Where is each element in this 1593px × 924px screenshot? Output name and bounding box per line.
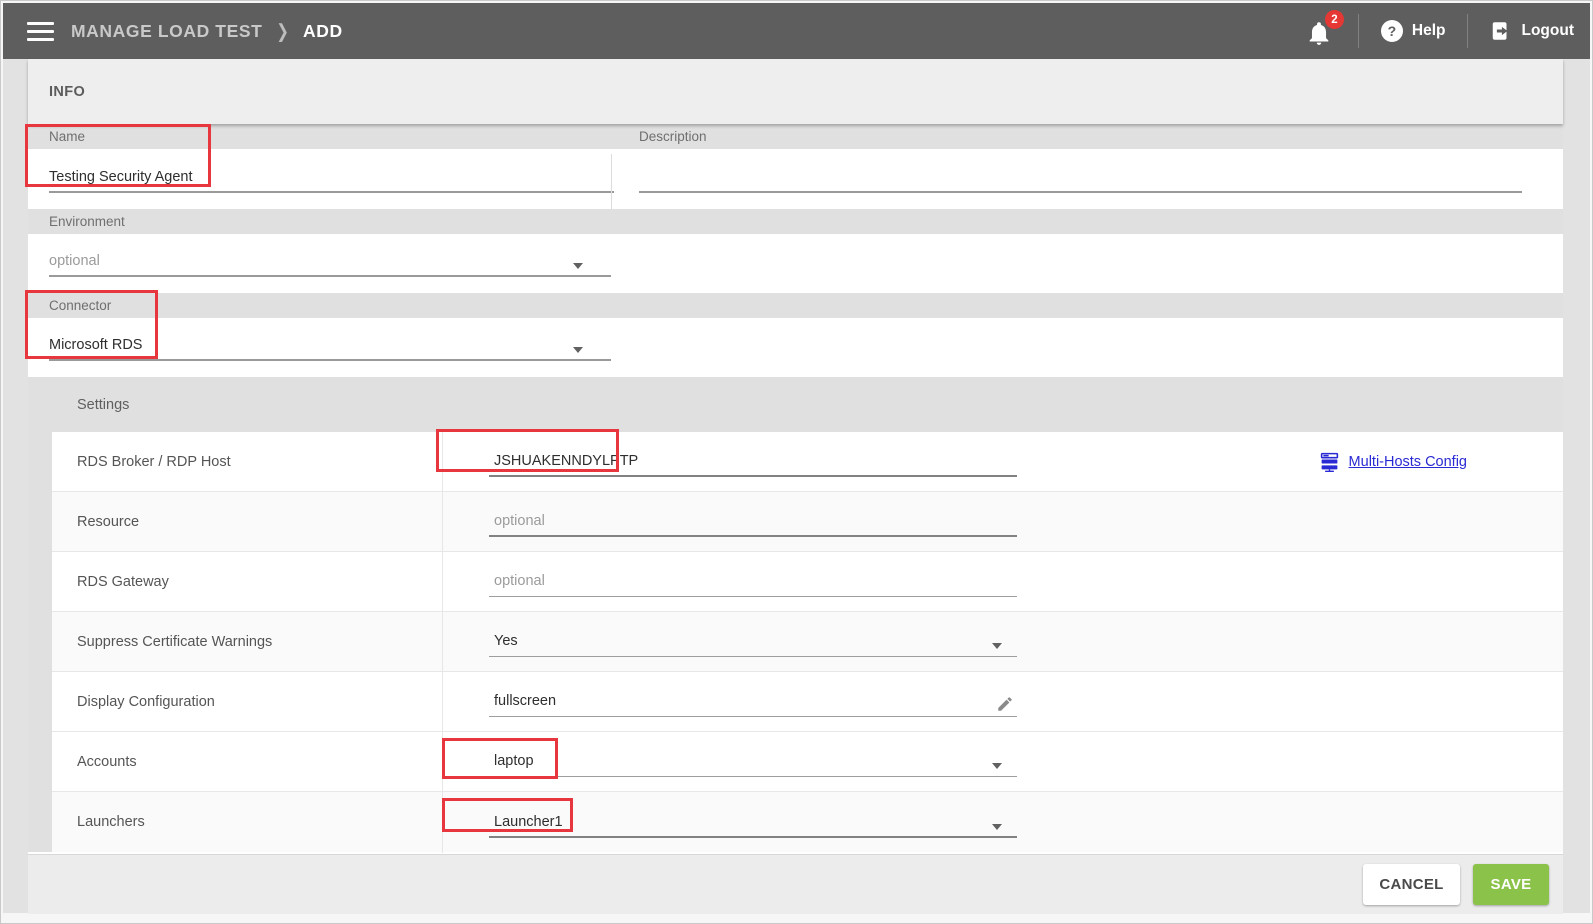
help-button[interactable]: ? Help	[1381, 20, 1446, 42]
table-row-rds-gateway: RDS Gateway optional	[52, 552, 1563, 612]
table-row-rds-broker: RDS Broker / RDP Host JSHUAKENNDYLPTP	[52, 432, 1563, 492]
info-section-title: INFO	[28, 59, 1563, 124]
rds-gateway-input[interactable]: optional	[494, 573, 545, 589]
connector-input-row: Microsoft RDS	[28, 318, 1563, 377]
rds-gateway-underline	[489, 596, 1017, 597]
column-divider	[611, 154, 612, 209]
notification-count-badge: 2	[1325, 10, 1344, 29]
suppress-cert-warnings-select[interactable]: Yes	[494, 633, 518, 649]
chevron-down-icon[interactable]	[992, 643, 1002, 649]
resource-label: Resource	[77, 492, 139, 551]
table-row-accounts: Accounts laptop	[52, 732, 1563, 792]
resource-input[interactable]: optional	[494, 513, 545, 529]
environment-field-label: Environment	[49, 214, 125, 229]
settings-section-title: Settings	[28, 377, 1563, 432]
breadcrumb-chevron-icon: ❯	[276, 20, 289, 43]
app-window: MANAGE LOAD TEST ❯ ADD 2 ? Help	[0, 0, 1593, 924]
launchers-select[interactable]: Launcher1	[494, 814, 563, 830]
rds-gateway-label: RDS Gateway	[77, 552, 169, 611]
form-card: INFO Name Description Testing Security A…	[28, 59, 1563, 914]
resource-underline	[489, 535, 1017, 537]
help-icon: ?	[1381, 20, 1403, 42]
environment-underline	[49, 275, 611, 277]
table-row-display-configuration: Display Configuration fullscreen	[52, 672, 1563, 732]
display-configuration-label: Display Configuration	[77, 672, 215, 731]
rds-broker-input[interactable]: JSHUAKENNDYLPTP	[494, 453, 638, 469]
suppress-cert-warnings-underline	[489, 656, 1017, 657]
display-configuration-input[interactable]: fullscreen	[494, 693, 556, 709]
chevron-down-icon[interactable]	[573, 263, 583, 269]
name-field-label: Name	[49, 129, 85, 144]
topbar-divider	[1358, 14, 1359, 48]
server-stack-icon	[1319, 451, 1340, 472]
display-configuration-underline	[489, 716, 1017, 717]
chevron-down-icon[interactable]	[992, 763, 1002, 769]
settings-section: Settings RDS Broker / RDP Host JSHUAKENN…	[28, 377, 1563, 852]
name-description-label-bar: Name Description	[28, 124, 1563, 149]
form-footer: CANCEL SAVE	[28, 854, 1563, 914]
rds-broker-underline	[489, 475, 1017, 477]
connector-select[interactable]: Microsoft RDS	[49, 337, 142, 353]
connector-field-label: Connector	[49, 298, 111, 313]
name-input[interactable]: Testing Security Agent	[49, 169, 192, 185]
accounts-label: Accounts	[77, 732, 137, 791]
chevron-down-icon[interactable]	[573, 347, 583, 353]
cancel-button[interactable]: CANCEL	[1363, 864, 1460, 905]
environment-label-bar: Environment	[28, 209, 1563, 234]
multi-hosts-config-label[interactable]: Multi-Hosts Config	[1349, 454, 1467, 470]
description-field-label: Description	[639, 129, 707, 144]
breadcrumb-manage-load-test[interactable]: MANAGE LOAD TEST	[71, 21, 262, 42]
table-row-suppress-cert-warnings: Suppress Certificate Warnings Yes	[52, 612, 1563, 672]
multi-hosts-config-link[interactable]: Multi-Hosts Config	[1319, 432, 1467, 491]
topbar-actions: 2 ? Help Logout	[1306, 14, 1590, 48]
page-background: INFO Name Description Testing Security A…	[3, 59, 1590, 913]
settings-table: RDS Broker / RDP Host JSHUAKENNDYLPTP	[52, 432, 1563, 852]
launchers-underline	[489, 836, 1017, 838]
launchers-label: Launchers	[77, 792, 145, 852]
help-label: Help	[1412, 22, 1446, 40]
breadcrumb-add: ADD	[303, 21, 343, 42]
table-row-launchers: Launchers Launcher1	[52, 792, 1563, 852]
connector-label-bar: Connector	[28, 293, 1563, 318]
table-row-resource: Resource optional	[52, 492, 1563, 552]
description-input-underline	[639, 191, 1522, 193]
rds-broker-label: RDS Broker / RDP Host	[77, 432, 231, 491]
top-bar: MANAGE LOAD TEST ❯ ADD 2 ? Help	[3, 3, 1590, 59]
notifications-button[interactable]: 2	[1306, 15, 1336, 47]
chevron-down-icon[interactable]	[992, 824, 1002, 830]
save-button[interactable]: SAVE	[1473, 864, 1549, 905]
environment-input-row: optional	[28, 234, 1563, 293]
accounts-select[interactable]: laptop	[494, 753, 534, 769]
logout-icon	[1490, 20, 1512, 42]
logout-label: Logout	[1521, 22, 1574, 40]
name-description-inputs-row: Testing Security Agent	[28, 149, 1563, 209]
name-input-underline	[49, 191, 614, 193]
hamburger-menu-icon[interactable]	[27, 22, 54, 41]
topbar-divider	[1467, 14, 1468, 48]
edit-pencil-icon[interactable]	[996, 695, 1014, 713]
suppress-cert-warnings-label: Suppress Certificate Warnings	[77, 612, 272, 671]
environment-select[interactable]: optional	[49, 253, 100, 269]
logout-button[interactable]: Logout	[1490, 20, 1574, 42]
accounts-underline	[489, 776, 1017, 777]
breadcrumb: MANAGE LOAD TEST ❯ ADD	[71, 21, 343, 42]
connector-underline	[49, 359, 611, 361]
